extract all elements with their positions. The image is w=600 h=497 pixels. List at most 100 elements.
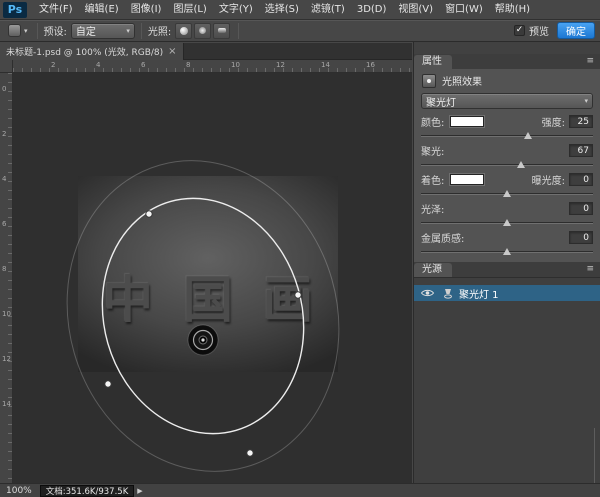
slider-thumb[interactable]: [503, 190, 511, 197]
add-spot-light-icon[interactable]: [175, 23, 192, 39]
menu-item-file[interactable]: 文件(F): [33, 0, 79, 20]
light-handle[interactable]: [247, 450, 253, 456]
separator: [238, 23, 239, 39]
colorize-swatch[interactable]: [450, 174, 484, 185]
metallic-label: 金属质感:: [421, 230, 464, 245]
light-center-widget[interactable]: [188, 325, 218, 355]
ruler-number: 16: [366, 61, 375, 69]
slider-thumb[interactable]: [503, 248, 511, 255]
spot-light-icon: [443, 288, 453, 299]
document-title: 未标题-1.psd @ 100% (光效, RGB/8): [6, 45, 163, 58]
add-point-light-icon[interactable]: [194, 23, 211, 39]
tab-lights[interactable]: 光源: [414, 263, 452, 277]
preset-label: 预设:: [44, 23, 67, 38]
infinite-light-glyph: [218, 28, 226, 33]
add-infinite-light-icon[interactable]: [213, 23, 230, 39]
document-tab[interactable]: 未标题-1.psd @ 100% (光效, RGB/8) ×: [0, 43, 184, 60]
exposure-label: 曝光度:: [532, 172, 565, 187]
lights-label: 光照:: [148, 23, 171, 38]
metallic-slider[interactable]: [421, 247, 593, 257]
effect-header: 光照效果: [422, 73, 482, 88]
gloss-value[interactable]: 0: [569, 202, 593, 215]
light-inner-ellipse[interactable]: [75, 174, 331, 457]
menu-item-window[interactable]: 窗口(W): [439, 0, 489, 20]
light-type-dropdown[interactable]: 聚光灯 ▾: [421, 93, 593, 109]
status-bar: 100% 文档:351.6K/937.5K ▶: [0, 483, 600, 497]
preview-label: 预览: [529, 23, 549, 38]
panel-menu-icon[interactable]: ≡: [586, 54, 594, 69]
ruler-number: 10: [231, 61, 240, 69]
document-canvas[interactable]: 中国画: [13, 73, 412, 483]
chevron-down-icon: ▾: [24, 27, 28, 35]
preset-dropdown[interactable]: 自定 ▾: [71, 23, 135, 39]
ruler-number: 10: [2, 310, 11, 318]
preset-value: 自定: [76, 23, 96, 38]
light-name: 聚光灯 1: [459, 286, 499, 301]
separator: [37, 23, 38, 39]
ok-button[interactable]: 确定: [557, 22, 595, 39]
visibility-eye-icon[interactable]: [420, 288, 435, 298]
light-handle[interactable]: [295, 292, 301, 298]
photoshop-window: Ps 文件(F) 编辑(E) 图像(I) 图层(L) 文字(Y) 选择(S) 滤…: [0, 0, 600, 497]
menu-item-help[interactable]: 帮助(H): [489, 0, 536, 20]
metallic-value[interactable]: 0: [569, 231, 593, 244]
color-label: 颜色:: [421, 114, 444, 129]
light-handle[interactable]: [146, 211, 152, 217]
slider-track: [421, 164, 593, 166]
right-panel: 属性 ≡ 光照效果 聚光灯 ▾ 颜色: 强度: 25: [413, 42, 600, 483]
options-bar: ▾ 预设: 自定 ▾ 光照: ✓ 预览 确定: [0, 20, 600, 42]
vertical-ruler[interactable]: 0 2 4 6 8 10 12 14: [0, 73, 13, 483]
property-row-hotspot: 聚光: 67: [421, 143, 593, 172]
light-handle[interactable]: [105, 381, 111, 387]
preview-checkbox[interactable]: ✓ 预览: [514, 23, 549, 38]
light-outer-ellipse[interactable]: [31, 128, 375, 483]
menu-item-select[interactable]: 选择(S): [259, 0, 305, 20]
hotspot-value[interactable]: 67: [569, 144, 593, 157]
horizontal-ruler[interactable]: 2 4 6 8 10 12 14 16: [13, 60, 412, 73]
slider-thumb[interactable]: [503, 219, 511, 226]
property-row-colorize: 着色: 曝光度: 0: [421, 172, 593, 201]
spot-light-glyph: [180, 27, 188, 35]
gloss-slider[interactable]: [421, 218, 593, 228]
exposure-value[interactable]: 0: [569, 173, 593, 186]
tab-properties[interactable]: 属性: [414, 55, 452, 69]
hotspot-slider[interactable]: [421, 160, 593, 170]
status-arrow-icon[interactable]: ▶: [137, 487, 142, 495]
ruler-number: 12: [276, 61, 285, 69]
menu-item-type[interactable]: 文字(Y): [213, 0, 259, 20]
menu-item-image[interactable]: 图像(I): [125, 0, 168, 20]
light-type-value: 聚光灯: [426, 94, 456, 109]
ruler-number: 14: [2, 400, 11, 408]
slider-thumb[interactable]: [517, 161, 525, 168]
point-light-glyph: [199, 27, 206, 34]
app-logo[interactable]: Ps: [3, 2, 27, 18]
lighting-effects-icon: [422, 74, 436, 88]
ruler-number: 2: [2, 130, 6, 138]
ruler-number: 4: [2, 175, 6, 183]
tool-preset-icon[interactable]: ▾: [5, 23, 31, 38]
menu-item-filter[interactable]: 滤镜(T): [305, 0, 351, 20]
close-icon[interactable]: ×: [168, 47, 176, 57]
menu-item-3d[interactable]: 3D(D): [351, 0, 393, 20]
exposure-slider[interactable]: [421, 189, 593, 199]
effect-title: 光照效果: [442, 73, 482, 88]
color-swatch[interactable]: [450, 116, 484, 127]
intensity-slider[interactable]: [421, 131, 593, 141]
properties-panel-header: 属性 ≡: [414, 54, 600, 69]
ruler-number: 6: [2, 220, 6, 228]
zoom-level[interactable]: 100%: [6, 486, 32, 496]
menu-item-edit[interactable]: 编辑(E): [79, 0, 125, 20]
lights-scrollbar[interactable]: [594, 428, 595, 488]
lights-panel-menu-icon[interactable]: ≡: [586, 262, 594, 277]
ruler-number: 8: [2, 265, 6, 273]
intensity-label: 强度:: [542, 114, 565, 129]
menu-item-layer[interactable]: 图层(L): [167, 0, 212, 20]
slider-thumb[interactable]: [524, 132, 532, 139]
property-row-gloss: 光泽: 0: [421, 201, 593, 230]
light-item-spotlight-1[interactable]: 聚光灯 1: [414, 285, 600, 301]
intensity-value[interactable]: 25: [569, 115, 593, 128]
ruler-number: 0: [2, 85, 6, 93]
checkbox-box: ✓: [514, 25, 525, 36]
chevron-down-icon: ▾: [584, 97, 588, 105]
menu-item-view[interactable]: 视图(V): [392, 0, 439, 20]
